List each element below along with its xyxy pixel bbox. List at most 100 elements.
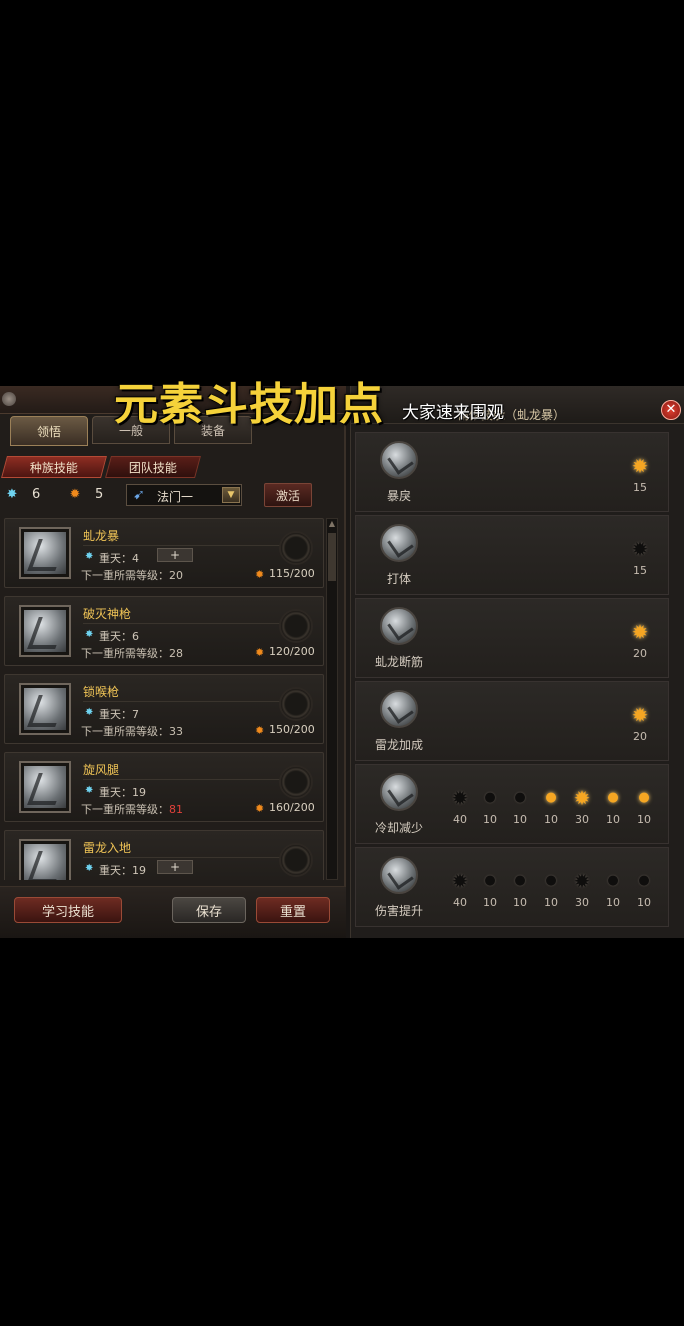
ring-slot-icon[interactable] bbox=[279, 531, 313, 565]
thunder-dragon-icon[interactable] bbox=[19, 839, 71, 880]
close-icon[interactable]: ✕ bbox=[661, 400, 681, 420]
refine-skill-panel: 精修技能（虬龙暴） ✕ 暴戾 ✹ 15 打体 ✹ 15 虬龙断筋 ✹ 20 雷龙加成 ✹ 20 冷却减少… bbox=[350, 386, 684, 938]
talent-star-icon: ✹ bbox=[631, 537, 649, 561]
talent-node[interactable]: ✹ 20 bbox=[626, 621, 654, 660]
requirement-label: 下一重所需等级： bbox=[81, 569, 169, 582]
subtab-team-skills-label: 团队技能 bbox=[128, 460, 177, 475]
talent-node-value: 10 bbox=[606, 813, 620, 826]
chevron-down-icon[interactable]: ▼ bbox=[222, 487, 240, 503]
talent-node-value: 15 bbox=[633, 564, 647, 577]
talent-node[interactable]: ✹ 15 bbox=[626, 455, 654, 494]
talent-node-value: 40 bbox=[453, 813, 467, 826]
spear-icon[interactable] bbox=[19, 605, 71, 657]
refine-panel-header: 精修技能（虬龙暴） ✕ bbox=[351, 386, 684, 424]
refine-skill-icon[interactable] bbox=[380, 441, 418, 479]
dragon-claw-icon[interactable] bbox=[19, 527, 71, 579]
refine-skill-icon[interactable] bbox=[380, 690, 418, 728]
talent-node[interactable]: ● 10 bbox=[476, 787, 504, 826]
requirement-level: 33 bbox=[169, 725, 183, 738]
talent-node[interactable]: ● 10 bbox=[599, 870, 627, 909]
talent-star-icon: ✹ bbox=[631, 620, 649, 644]
ring-slot-icon[interactable] bbox=[279, 843, 313, 877]
reset-button[interactable]: 重置 bbox=[256, 897, 330, 923]
talent-node[interactable]: ● 10 bbox=[537, 870, 565, 909]
orange-flame-icon: ✹ bbox=[69, 487, 81, 502]
talent-dot-icon: ● bbox=[638, 873, 650, 888]
tab-comprehension[interactable]: 领悟 bbox=[10, 416, 88, 446]
overlay-caption-sub: 大家速来围观 bbox=[402, 403, 504, 423]
refine-row: 雷龙加成 ✹ 20 bbox=[355, 681, 669, 761]
ring-slot-icon[interactable] bbox=[279, 765, 313, 799]
skill-list-scrollbar[interactable]: ▲ bbox=[326, 518, 338, 880]
talent-node[interactable]: ● 10 bbox=[630, 787, 658, 826]
skill-name: 锁喉枪 bbox=[83, 685, 120, 699]
ring-slot-icon[interactable] bbox=[279, 687, 313, 721]
subtab-team-skills[interactable]: 团队技能 bbox=[105, 456, 201, 478]
skill-cost: 160/200 bbox=[269, 801, 315, 814]
talent-node-value: 20 bbox=[633, 730, 647, 743]
talent-node[interactable]: ● 10 bbox=[599, 787, 627, 826]
talent-node[interactable]: ✹ 30 bbox=[568, 870, 596, 909]
class-select-value: 法门一 bbox=[157, 490, 194, 504]
add-point-button[interactable]: + bbox=[157, 548, 193, 562]
refine-skill-label: 虬龙断筋 bbox=[374, 655, 423, 669]
skill-name: 旋风腿 bbox=[83, 763, 120, 777]
talent-node[interactable]: ✹ 30 bbox=[568, 787, 596, 826]
scroll-thumb[interactable] bbox=[328, 533, 336, 581]
talent-node-value: 10 bbox=[637, 896, 651, 909]
whirlwind-kick-icon[interactable] bbox=[19, 761, 71, 813]
talent-node[interactable]: ● 10 bbox=[506, 870, 534, 909]
skill-card[interactable]: 旋风腿 ✸ 重天：19 下一重所需等级：81 ✹ 160/200 bbox=[4, 752, 324, 822]
talent-node[interactable]: ● 10 bbox=[537, 787, 565, 826]
talent-node[interactable]: ✹ 40 bbox=[446, 787, 474, 826]
ring-slot-icon[interactable] bbox=[279, 609, 313, 643]
talent-node[interactable]: ✹ 20 bbox=[626, 704, 654, 743]
subtab-race-skills[interactable]: 种族技能 bbox=[1, 456, 107, 478]
talent-node[interactable]: ● 10 bbox=[506, 787, 534, 826]
talent-dot-icon: ● bbox=[607, 873, 619, 888]
divider bbox=[83, 545, 283, 546]
talent-node-value: 10 bbox=[544, 813, 558, 826]
skill-cost: 150/200 bbox=[269, 723, 315, 736]
skill-requirement: 下一重所需等级：33 bbox=[81, 723, 183, 739]
refine-row: 打体 ✹ 15 bbox=[355, 515, 669, 595]
refine-skill-icon[interactable] bbox=[380, 856, 418, 894]
save-button[interactable]: 保存 bbox=[172, 897, 246, 923]
talent-node-value: 10 bbox=[544, 896, 558, 909]
talent-node-value: 10 bbox=[483, 896, 497, 909]
throat-lock-icon[interactable] bbox=[19, 683, 71, 735]
add-point-button[interactable]: + bbox=[157, 860, 193, 874]
blue-points-count: 6 bbox=[32, 487, 41, 502]
learn-skill-button[interactable]: 学习技能 bbox=[14, 897, 122, 923]
refine-skill-icon[interactable] bbox=[380, 607, 418, 645]
skill-requirement: 下一重所需等级：28 bbox=[81, 645, 183, 661]
requirement-level: 81 bbox=[169, 803, 183, 816]
talent-star-icon: ✹ bbox=[573, 869, 591, 893]
skill-list[interactable]: 虬龙暴 ✸ 重天：4 + 下一重所需等级：20 ✹ 115/200 破灭神枪 ✸… bbox=[2, 518, 324, 880]
talent-node[interactable]: ✹ 15 bbox=[626, 538, 654, 577]
requirement-label: 下一重所需等级： bbox=[81, 803, 169, 816]
refine-row: 暴戾 ✹ 15 bbox=[355, 432, 669, 512]
talent-node[interactable]: ● 10 bbox=[630, 870, 658, 909]
class-select[interactable]: ➹ 法门一 ▼ bbox=[126, 484, 242, 506]
orange-points-count: 5 bbox=[95, 487, 104, 502]
overlay-caption-main: 元素斗技加点 bbox=[114, 379, 384, 430]
talent-node[interactable]: ● 10 bbox=[476, 870, 504, 909]
refine-skill-icon[interactable] bbox=[380, 773, 418, 811]
orange-flame-icon: ✹ bbox=[255, 802, 265, 815]
refine-skill-icon[interactable] bbox=[380, 524, 418, 562]
blue-star-icon: ✸ bbox=[85, 551, 94, 562]
refine-skill-label: 伤害提升 bbox=[374, 904, 423, 918]
skill-card[interactable]: 锁喉枪 ✸ 重天：7 下一重所需等级：33 ✹ 150/200 bbox=[4, 674, 324, 744]
skill-card[interactable]: 破灭神枪 ✸ 重天：6 下一重所需等级：28 ✹ 120/200 bbox=[4, 596, 324, 666]
talent-node-value: 20 bbox=[633, 647, 647, 660]
activate-button[interactable]: 激活 bbox=[264, 483, 312, 507]
talent-node[interactable]: ✹ 40 bbox=[446, 870, 474, 909]
skill-card[interactable]: 雷龙入地 ✸ 重天：19 + bbox=[4, 830, 324, 880]
scroll-up-icon[interactable]: ▲ bbox=[327, 519, 337, 529]
gear-icon[interactable] bbox=[2, 392, 16, 406]
divider bbox=[83, 623, 283, 624]
skill-cost: 115/200 bbox=[269, 567, 315, 580]
skill-card[interactable]: 虬龙暴 ✸ 重天：4 + 下一重所需等级：20 ✹ 115/200 bbox=[4, 518, 324, 588]
skill-level: 重天：19 bbox=[99, 786, 146, 799]
